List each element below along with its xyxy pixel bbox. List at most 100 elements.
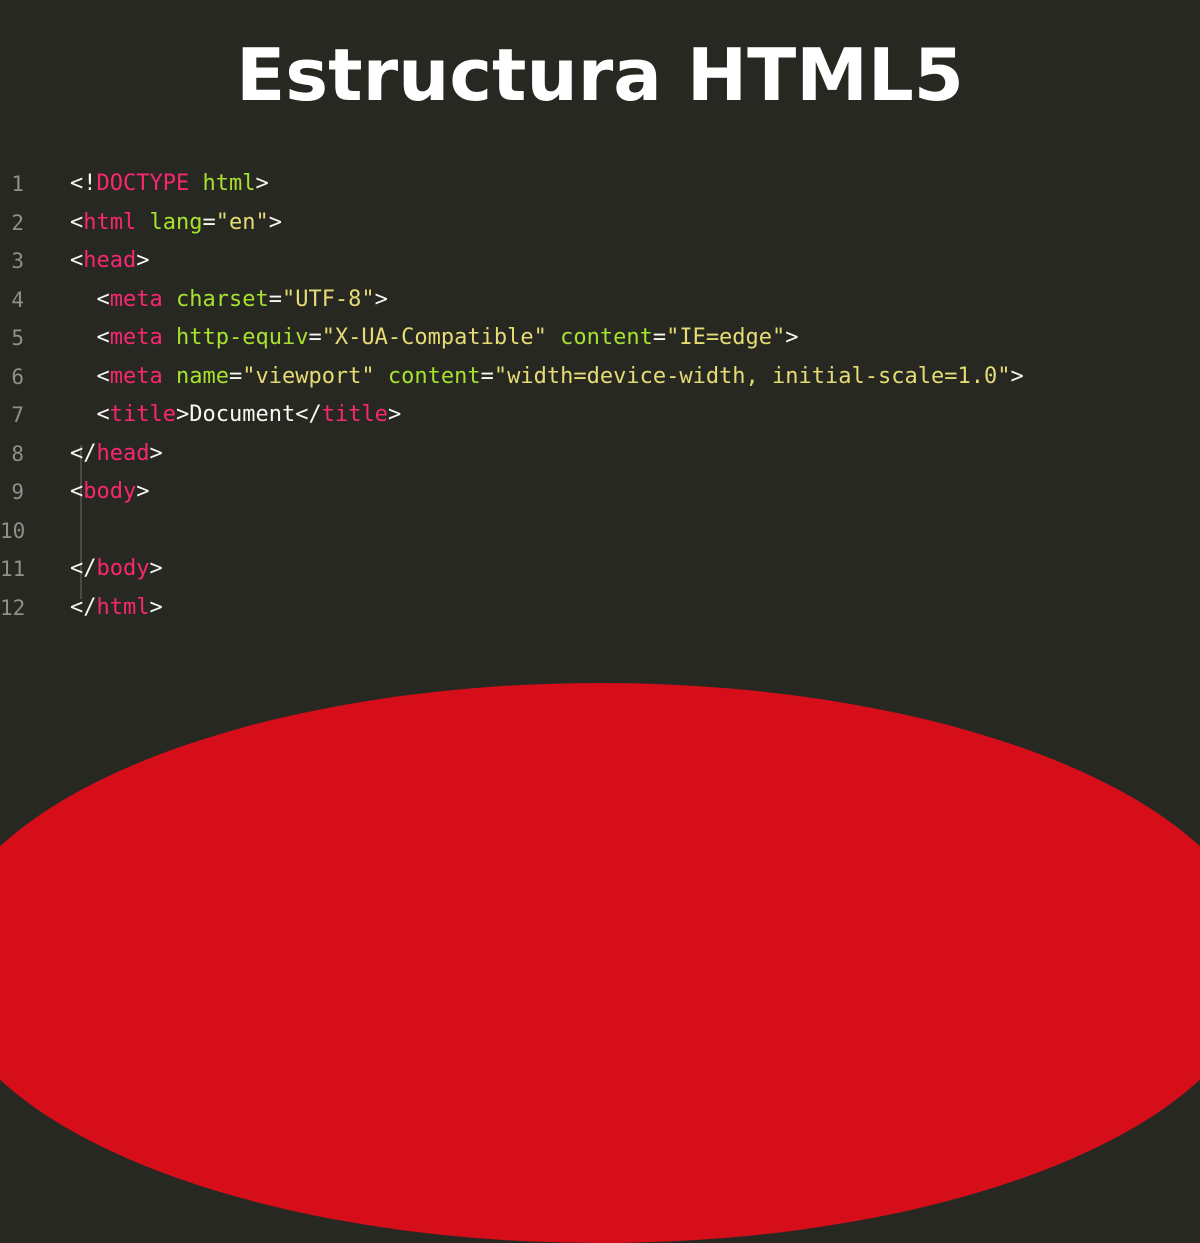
code-token-attr: charset <box>175 286 269 312</box>
code-token-string: "width=device-width, initial-scale=1.0" <box>493 363 1011 389</box>
code-token-punct: = <box>202 209 216 235</box>
decorative-red-arc <box>0 683 1200 1243</box>
code-token-punct: > <box>136 479 150 504</box>
line-code: <body> <box>70 473 149 512</box>
line-code: </html> <box>70 589 163 628</box>
line-number: 10 <box>0 518 26 543</box>
code-token-tag: html <box>96 594 150 620</box>
code-token-tag: body <box>96 556 150 581</box>
code-token-tag: body <box>83 479 137 504</box>
code-token-punct: > <box>149 440 163 466</box>
code-token-tag: meta <box>109 363 163 389</box>
code-line[interactable]: 10 <box>0 512 1200 551</box>
code-token-punct: < <box>70 209 84 235</box>
code-token-string: "en" <box>215 209 269 235</box>
code-line[interactable]: 3 <head> <box>0 242 1200 281</box>
code-token-punct: </ <box>295 402 322 427</box>
code-token-punct: </ <box>70 556 97 581</box>
code-token-punct: = <box>652 325 667 350</box>
code-line[interactable]: 5 <meta http-equiv="X-UA-Compatible" con… <box>0 319 1200 358</box>
line-code: <head> <box>70 242 149 281</box>
code-token-tag: meta <box>109 286 163 312</box>
line-number: 9 <box>11 480 24 504</box>
code-token-punct: > <box>255 171 269 196</box>
code-token-punct: = <box>308 325 322 350</box>
code-line[interactable]: 11 </body> <box>0 550 1200 589</box>
line-number: 11 <box>0 557 26 581</box>
code-editor[interactable]: 1 <!DOCTYPE html> 2 <html lang="en"> 3 <head>… <box>0 165 1200 627</box>
code-line[interactable]: 7 <title>Document</title> <box>0 396 1200 435</box>
code-token-punct: < <box>70 479 84 504</box>
code-token-punct: > <box>175 402 190 427</box>
page-title: Estructura HTML5 <box>236 33 964 117</box>
code-token-punct: > <box>1010 363 1024 389</box>
line-number: 12 <box>0 595 26 620</box>
line-number: 7 <box>11 403 24 427</box>
code-token-punct: > <box>387 402 402 427</box>
code-token-string: "UTF-8" <box>281 286 375 312</box>
line-number: 8 <box>11 441 24 466</box>
code-token-punct: = <box>228 363 243 389</box>
code-token-punct: = <box>268 286 282 312</box>
line-number: 3 <box>11 249 24 273</box>
code-line[interactable]: 2 <html lang="en"> <box>0 204 1200 243</box>
line-number: 5 <box>11 326 24 350</box>
code-token-punct: </ <box>70 440 97 466</box>
code-token-tag: DOCTYPE <box>96 171 190 196</box>
line-number: 6 <box>11 364 24 389</box>
code-token-punct: > <box>149 594 163 620</box>
code-token-punct: > <box>149 556 163 581</box>
code-token-attr: http-equiv <box>175 325 309 350</box>
code-token-punct: > <box>374 286 388 312</box>
code-line[interactable]: 4 <meta charset="UTF-8"> <box>0 281 1200 320</box>
code-token-tag: title <box>109 402 176 427</box>
code-token-string: "IE=edge" <box>666 325 786 350</box>
code-token-tag: head <box>96 440 150 466</box>
code-line[interactable]: 12 </html> <box>0 589 1200 628</box>
code-token-attr: content <box>387 363 481 389</box>
line-number: 1 <box>11 172 24 196</box>
code-line[interactable]: 6 <meta name="viewport" content="width=d… <box>0 358 1200 397</box>
code-line[interactable]: 8 </head> <box>0 435 1200 474</box>
code-token-tag: head <box>83 248 137 273</box>
line-code: </head> <box>70 435 163 474</box>
code-token-string: "viewport" <box>242 363 375 389</box>
line-code: <meta name="viewport" content="width=dev… <box>70 358 1024 397</box>
code-token-attr: content <box>560 325 653 350</box>
code-token-tag: meta <box>109 325 163 350</box>
line-number: 4 <box>11 287 24 312</box>
code-token-punct: > <box>785 325 799 350</box>
code-lines: 1 <!DOCTYPE html> 2 <html lang="en"> 3 <head>… <box>0 165 1200 627</box>
code-token-punct: <! <box>70 171 97 196</box>
code-token-punct: < <box>96 363 110 389</box>
code-token-string: "X-UA-Compatible" <box>321 325 547 350</box>
code-token-punct: < <box>70 248 84 273</box>
code-token-punct: < <box>96 286 110 312</box>
code-token-attr: html <box>202 171 256 196</box>
code-token-text: Document <box>189 402 296 427</box>
code-token-punct: < <box>96 325 110 350</box>
line-code: <title>Document</title> <box>70 396 402 435</box>
line-number: 2 <box>11 210 24 235</box>
code-token-punct: < <box>96 402 110 427</box>
code-token-tag: title <box>321 402 388 427</box>
line-code: <meta http-equiv="X-UA-Compatible" conte… <box>70 319 799 358</box>
line-code: </body> <box>70 550 163 589</box>
code-token-punct: = <box>480 363 494 389</box>
line-code: <!DOCTYPE html> <box>70 165 269 204</box>
code-line[interactable]: 1 <!DOCTYPE html> <box>0 165 1200 204</box>
line-code: <meta charset="UTF-8"> <box>70 281 388 320</box>
code-token-punct: > <box>136 248 150 273</box>
code-token-attr: name <box>175 363 229 389</box>
code-line[interactable]: 9 <body> <box>0 473 1200 512</box>
